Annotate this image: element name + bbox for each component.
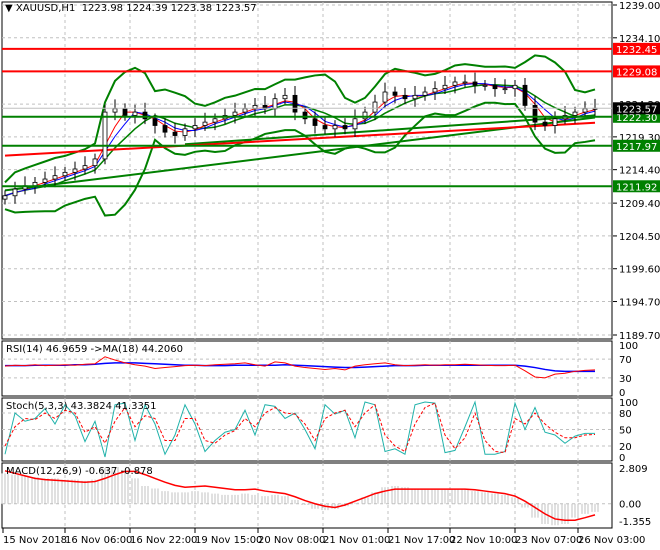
candle-body <box>352 118 358 130</box>
candle-body <box>582 108 588 113</box>
symbol-label: XAUUSD,H1 <box>15 3 76 14</box>
candle-body <box>142 111 148 120</box>
current-price-label: 1223.57 <box>616 104 657 115</box>
candle-body <box>492 84 498 90</box>
candle-body <box>402 94 408 100</box>
candle-body <box>342 125 348 130</box>
time-label: 21 Nov 17:00 <box>388 535 455 546</box>
candle-body <box>182 128 188 136</box>
candle-body <box>242 108 248 113</box>
rsi-tick-label: 30 <box>619 374 632 385</box>
candle-body <box>442 84 448 90</box>
price-tick-label: 1214.40 <box>619 166 660 177</box>
candle-body <box>212 118 218 123</box>
candle-body <box>172 131 178 136</box>
candle-body <box>292 94 298 113</box>
stoch-tick-label: 50 <box>619 426 632 437</box>
rsi-label: RSI(14) 46.9659 ->MA(18) 44.2060 <box>6 344 183 355</box>
price-chart[interactable]: 1239.001234.101224.201219.301214.401209.… <box>0 0 660 550</box>
candle-body <box>472 81 478 86</box>
macd-tick-label: 0.00 <box>619 500 641 511</box>
price-tick-label: 1199.60 <box>619 265 660 276</box>
candle-body <box>372 101 378 113</box>
time-label: 16 Nov 22:00 <box>130 535 197 546</box>
stoch-tick-label: 100 <box>619 398 638 409</box>
candle-body <box>382 91 388 103</box>
candle-body <box>32 181 38 187</box>
price-tick-label: 1239.00 <box>619 1 660 12</box>
time-label: 21 Nov 01:00 <box>323 535 390 546</box>
candle-body <box>92 158 98 167</box>
macd-tick-label: -1.355 <box>619 517 651 528</box>
level-label: 1232.45 <box>616 45 657 56</box>
candle-body <box>312 118 318 126</box>
candle-body <box>12 188 18 197</box>
rsi-tick-label: 100 <box>619 341 638 352</box>
level-label: 1217.97 <box>616 142 657 153</box>
price-tick-label: 1209.40 <box>619 199 660 210</box>
candle-body <box>482 84 488 87</box>
time-label: 26 Nov 03:00 <box>578 535 645 546</box>
candle-body <box>282 94 288 100</box>
stoch-label: Stoch(5,3,3) 43.3824 41.3351 <box>6 401 157 412</box>
time-label: 20 Nov 08:00 <box>258 535 325 546</box>
candle-body <box>162 125 168 133</box>
chart-title: ▼ XAUUSD,H1 1223.98 1224.39 1223.38 1223… <box>5 3 257 14</box>
candle-body <box>2 195 8 200</box>
time-label: 23 Nov 07:00 <box>515 535 582 546</box>
candle-body <box>502 88 508 91</box>
macd-tick-label: 2.809 <box>619 464 648 475</box>
time-label: 19 Nov 15:00 <box>195 535 262 546</box>
candle-body <box>102 111 108 160</box>
time-label: 15 Nov 2018 <box>3 535 67 546</box>
level-label: 1211.92 <box>616 182 657 193</box>
candle-body <box>542 121 548 126</box>
candle-body <box>62 171 68 177</box>
candle-body <box>362 111 368 120</box>
candle-body <box>82 165 88 170</box>
candle-body <box>42 178 48 183</box>
candle-body <box>132 111 138 116</box>
candle-body <box>192 125 198 130</box>
candle-body <box>122 108 128 116</box>
candle-body <box>332 125 338 130</box>
candle-body <box>552 118 558 126</box>
candle-body <box>412 94 418 100</box>
level-label: 1229.08 <box>616 67 657 78</box>
price-tick-label: 1204.50 <box>619 232 660 243</box>
candle-body <box>522 84 528 106</box>
macd-label: MACD(12,26,9) -0.637 -0.878 <box>6 466 153 477</box>
stoch-tick-label: 80 <box>619 409 632 420</box>
time-label: 22 Nov 10:00 <box>450 535 517 546</box>
ohlc-values: 1223.98 1224.39 1223.38 1223.57 <box>81 3 257 14</box>
rsi-tick-label: 70 <box>619 355 632 366</box>
price-tick-label: 1194.70 <box>619 298 660 309</box>
candle-body <box>512 84 518 90</box>
candle-body <box>392 91 398 96</box>
candle-body <box>52 175 58 180</box>
time-label: 16 Nov 06:00 <box>65 535 132 546</box>
stoch-tick-label: 0 <box>619 453 625 464</box>
dropdown-arrow-icon[interactable]: ▼ <box>5 3 16 14</box>
candle-body <box>572 111 578 116</box>
candle-body <box>72 168 78 173</box>
candle-body <box>202 121 208 126</box>
candle-body <box>422 91 428 96</box>
candle-body <box>152 118 158 126</box>
candle-body <box>452 81 458 86</box>
candle-body <box>302 111 308 120</box>
candle-body <box>322 125 328 130</box>
candle-body <box>232 111 238 116</box>
candle-body <box>112 108 118 113</box>
stoch-tick-label: 20 <box>619 442 632 453</box>
candle-body <box>272 98 278 110</box>
candle-body <box>432 88 438 93</box>
candle-body <box>462 81 468 84</box>
